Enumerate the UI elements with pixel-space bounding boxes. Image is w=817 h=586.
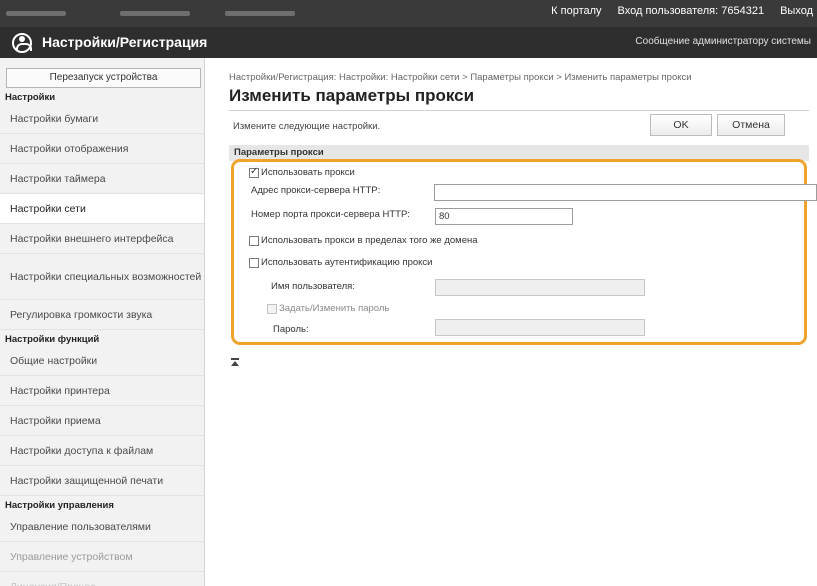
use-auth-row[interactable]: Использовать аутентификацию прокси: [249, 257, 432, 268]
same-domain-row[interactable]: Использовать прокси в пределах того же д…: [249, 235, 478, 246]
use-auth-label: Использовать аутентификацию прокси: [261, 257, 433, 268]
sidebar-item-file-access[interactable]: Настройки доступа к файлам: [0, 436, 204, 466]
portal-link[interactable]: К порталу: [551, 5, 601, 17]
use-proxy-row[interactable]: Использовать прокси: [249, 166, 355, 178]
sidebar-section-functions: Настройки функций: [5, 334, 100, 345]
set-password-row[interactable]: Задать/Изменить пароль: [267, 303, 389, 314]
main-panel: Настройки/Регистрация: Настройки: Настро…: [205, 58, 817, 586]
use-proxy-checkbox[interactable]: [249, 166, 259, 178]
back-to-top-icon[interactable]: [231, 358, 241, 368]
settings-registration-icon: [12, 33, 32, 53]
sidebar-item-printer[interactable]: Настройки принтера: [0, 376, 204, 406]
sidebar-item-common[interactable]: Общие настройки: [0, 346, 204, 376]
breadcrumb: Настройки/Регистрация: Настройки: Настро…: [229, 72, 692, 83]
server-address-label: Адрес прокси-сервера HTTP:: [251, 185, 380, 196]
set-password-label: Задать/Изменить пароль: [279, 303, 390, 314]
sidebar-item-external-interface[interactable]: Настройки внешнего интерфейса: [0, 224, 204, 254]
login-info: Вход пользователя: 7654321: [618, 5, 765, 17]
server-port-label: Номер порта прокси-сервера HTTP:: [251, 209, 410, 220]
sidebar-section-settings: Настройки: [5, 92, 56, 103]
proxy-server-address-field[interactable]: [434, 184, 817, 201]
password-label: Пароль:: [273, 324, 309, 335]
app-header: Настройки/Регистрация Сообщение админист…: [0, 27, 817, 58]
blurred-text: [225, 11, 295, 16]
same-domain-checkbox[interactable]: [249, 235, 259, 246]
instruction-text: Измените следующие настройки.: [233, 121, 381, 132]
app-title: Настройки/Регистрация: [42, 34, 208, 50]
top-links: К порталу Вход пользователя: 7654321 Вых…: [551, 5, 813, 17]
top-strip: К порталу Вход пользователя: 7654321 Вых…: [0, 0, 817, 27]
sidebar-item-accessibility[interactable]: Настройки специальных возможностей: [0, 254, 204, 300]
restart-device-button[interactable]: Перезапуск устройства: [6, 68, 201, 88]
page-title: Изменить параметры прокси: [229, 86, 475, 105]
login-label: Вход пользователя:: [617, 5, 719, 17]
sidebar-item-receive[interactable]: Настройки приема: [0, 406, 204, 436]
use-auth-checkbox[interactable]: [249, 257, 259, 268]
sidebar-item-volume[interactable]: Регулировка громкости звука: [0, 300, 204, 330]
server-address-label-text: Адрес прокси-сервера HTTP:: [251, 185, 381, 196]
proxy-server-port-field[interactable]: [435, 208, 573, 225]
set-password-checkbox[interactable]: [267, 303, 277, 314]
username-field[interactable]: [435, 279, 645, 296]
password-label-text: Пароль:: [273, 324, 309, 335]
sidebar-item-timer[interactable]: Настройки таймера: [0, 164, 204, 194]
cancel-button[interactable]: Отмена: [717, 114, 785, 136]
sidebar-item-paper[interactable]: Настройки бумаги: [0, 104, 204, 134]
sidebar-item-secure-print[interactable]: Настройки защищенной печати: [0, 466, 204, 496]
title-divider: [229, 110, 809, 111]
sidebar-item-users[interactable]: Управление пользователями: [0, 512, 204, 542]
sidebar-item-license[interactable]: Лицензия/Прочее: [0, 572, 204, 586]
logout-link[interactable]: Выход: [780, 5, 813, 17]
use-proxy-label: Использовать прокси: [261, 167, 355, 178]
username-label: Имя пользователя:: [271, 281, 355, 292]
password-field[interactable]: [435, 319, 645, 336]
server-port-label-text: Номер порта прокси-сервера HTTP:: [251, 209, 410, 220]
ok-button[interactable]: OK: [650, 114, 712, 136]
same-domain-label: Использовать прокси в пределах того же д…: [261, 235, 478, 246]
sidebar-item-device[interactable]: Управление устройством: [0, 542, 204, 572]
sidebar-section-management: Настройки управления: [5, 500, 114, 511]
blurred-text: [120, 11, 190, 16]
sidebar-item-display[interactable]: Настройки отображения: [0, 134, 204, 164]
sidebar-item-network[interactable]: Настройки сети: [0, 194, 204, 224]
login-user: 7654321: [721, 5, 765, 17]
sidebar: Перезапуск устройства Настройки Настройк…: [0, 58, 205, 586]
blurred-text: [6, 11, 66, 16]
username-label-text: Имя пользователя:: [271, 281, 355, 292]
admin-message-link[interactable]: Сообщение администратору системы: [635, 36, 811, 47]
